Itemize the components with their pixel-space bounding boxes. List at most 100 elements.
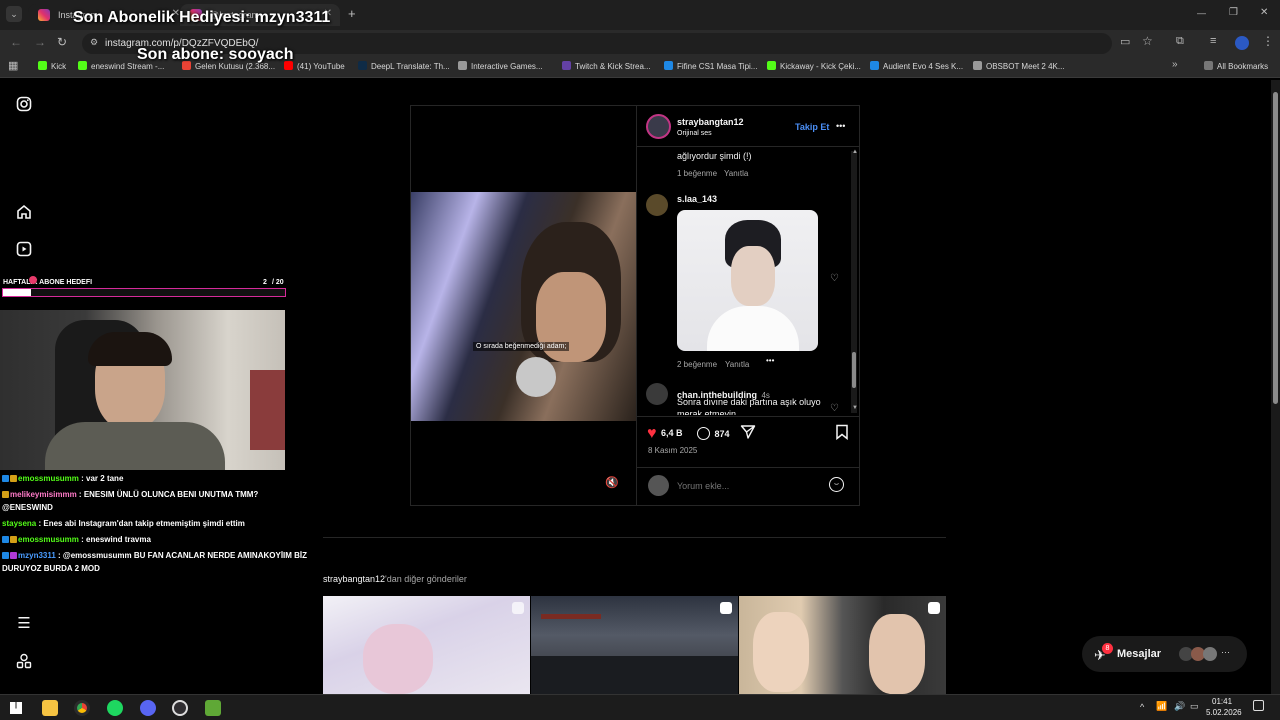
all-bookmarks[interactable]: All Bookmarks	[1204, 61, 1268, 71]
bookmark-item[interactable]: DeepL Translate: Th...	[358, 61, 450, 71]
follow-button[interactable]: Takip Et	[795, 122, 829, 132]
menu-icon[interactable]: ⋮	[1262, 34, 1274, 48]
post-side-panel: straybangtan12 Orijinal ses Takip Et •••…	[636, 106, 860, 505]
home-icon[interactable]	[15, 204, 33, 222]
extensions-icon[interactable]: ⧉	[1176, 35, 1184, 48]
goal-label: HAFTALIK ABONE HEDEFI	[3, 279, 93, 286]
media-icon[interactable]: ≡	[1210, 35, 1216, 47]
clock-date[interactable]: 5.02.2026	[1206, 708, 1242, 717]
crowd	[531, 656, 738, 694]
profile-avatar[interactable]	[1235, 36, 1249, 50]
chat-message: mzyn3311 : @emossmusumm BU FAN ACANLAR N…	[2, 550, 307, 562]
chat-text: : eneswind travma	[78, 535, 151, 544]
bookmark-item[interactable]: Kickaway - Kick Çeki...	[767, 61, 861, 71]
post-options-icon[interactable]: •••	[836, 121, 845, 131]
reel-video[interactable]: O sırada beğenmediği adam; 🔇	[411, 106, 636, 505]
comment-input[interactable]	[677, 479, 817, 493]
save-icon[interactable]	[835, 424, 849, 441]
site-info-icon[interactable]: ⚙	[90, 37, 98, 48]
chrome-icon[interactable]	[74, 700, 90, 716]
tab-search-icon[interactable]: ⌄	[6, 6, 22, 22]
reel-icon	[720, 602, 732, 614]
post-thumbnail[interactable]	[531, 596, 738, 694]
file-explorer-icon[interactable]	[42, 700, 58, 716]
commenter-avatar[interactable]	[646, 194, 668, 216]
show-hidden-icons[interactable]: ^	[1140, 702, 1144, 712]
post-dialog: O sırada beğenmediği adam; 🔇 straybangta…	[410, 105, 860, 506]
post-thumbnail[interactable]	[739, 596, 946, 694]
comment-likes[interactable]: 2 beğenme	[677, 360, 717, 369]
clock-time[interactable]: 01:41	[1212, 697, 1232, 706]
chat-text: : ENESIM ÜNLÜ OLUNCA BENI UNUTMA TMM?	[76, 490, 259, 499]
minimize-button[interactable]: —	[1197, 8, 1206, 18]
reels-icon[interactable]	[15, 241, 33, 259]
reply-link[interactable]: Yanıtla	[724, 169, 748, 178]
like-comment-icon[interactable]: ♡	[830, 273, 839, 284]
close-window-button[interactable]: ✕	[1260, 7, 1268, 18]
comment-image[interactable]	[677, 210, 818, 351]
network-icon[interactable]: 📶	[1156, 701, 1167, 712]
audio-label[interactable]: Orijinal ses	[677, 130, 712, 137]
author-avatar[interactable]	[646, 114, 671, 139]
emoji-icon[interactable]: ⌣	[829, 477, 844, 492]
more-bookmarks-icon[interactable]: »	[1172, 59, 1178, 70]
back-icon[interactable]: ←	[10, 35, 22, 49]
sub-badge-icon	[2, 491, 9, 498]
bookmark-item[interactable]: Audient Evo 4 Ses K...	[870, 61, 963, 71]
apps-icon[interactable]: ▦	[8, 59, 18, 72]
video-frame: O sırada beğenmediği adam;	[411, 192, 636, 421]
reply-link[interactable]: Yanıtla	[725, 360, 749, 369]
messages-button[interactable]: ✈ 8 Mesajlar ⋯	[1082, 636, 1247, 672]
reel-icon	[928, 602, 940, 614]
shelf	[250, 370, 285, 450]
face-right	[869, 614, 925, 694]
comment-options-icon[interactable]: •••	[766, 356, 774, 365]
notifications-icon[interactable]	[1253, 700, 1264, 711]
more-posts-user[interactable]: straybangtan12	[323, 574, 385, 584]
bookmark-item[interactable]: Kick	[38, 61, 66, 71]
cast-icon[interactable]: ▭	[1120, 35, 1130, 48]
reload-icon[interactable]: ↻	[57, 35, 67, 49]
author-username[interactable]: straybangtan12	[677, 117, 744, 127]
windows-start-icon[interactable]	[10, 702, 22, 714]
volume-icon[interactable]: 🔊	[1174, 701, 1185, 712]
also-from-meta-icon[interactable]	[15, 653, 33, 671]
post-thumbnail[interactable]	[323, 596, 530, 694]
comment-likes[interactable]: 1 beğenme	[677, 169, 717, 178]
more-menu-icon[interactable]: ☰	[15, 615, 33, 633]
last-sub-title: Son abone: sooyach	[137, 46, 294, 63]
restore-button[interactable]: ❐	[1229, 7, 1238, 18]
minecraft-icon[interactable]	[205, 700, 221, 716]
gift-sub-title: Son Abonelik Hediyesi: mzyn3311	[73, 9, 331, 26]
bookmark-item[interactable]: OBSBOT Meet 2 4K...	[973, 61, 1065, 71]
commenter-username[interactable]: s.laa_143	[677, 194, 717, 204]
discord-icon[interactable]	[140, 700, 156, 716]
like-count: 6,4 B	[660, 428, 683, 438]
bookmark-item[interactable]: Fifine CS1 Masa Tipi...	[664, 61, 757, 71]
forward-icon[interactable]: →	[34, 35, 46, 49]
spotify-icon[interactable]	[107, 700, 123, 716]
obs-icon[interactable]	[172, 700, 188, 716]
chat-user: mzyn3311	[18, 551, 56, 560]
page-scroll-thumb[interactable]	[1273, 92, 1278, 404]
bookmark-item[interactable]: Interactive Games...	[458, 61, 543, 71]
kick-icon	[78, 61, 87, 70]
like-comment-icon[interactable]: ♡	[830, 403, 839, 414]
messages-label: Mesajlar	[1117, 648, 1162, 660]
scroll-down-icon[interactable]: ▼	[852, 405, 858, 411]
chat-text: : @emossmusumm BU FAN ACANLAR NERDE AMIN…	[55, 551, 308, 560]
display-icon[interactable]: ▭	[1190, 701, 1199, 712]
mute-icon[interactable]: 🔇	[605, 476, 619, 489]
commenter-avatar[interactable]	[646, 383, 668, 405]
page-scrollbar[interactable]	[1271, 80, 1280, 694]
page-icon	[458, 61, 467, 70]
bookmark-star-icon[interactable]: ☆	[1142, 34, 1153, 48]
scroll-up-icon[interactable]: ▲	[852, 149, 858, 155]
comments-scroll-thumb[interactable]	[852, 352, 856, 388]
instagram-logo-icon[interactable]	[15, 96, 33, 114]
bookmark-item[interactable]: Twitch & Kick Strea...	[562, 61, 651, 71]
new-tab-button[interactable]: +	[348, 6, 356, 21]
portrait-shirt	[707, 306, 799, 351]
instagram-icon	[38, 9, 50, 21]
share-icon[interactable]	[740, 424, 756, 440]
